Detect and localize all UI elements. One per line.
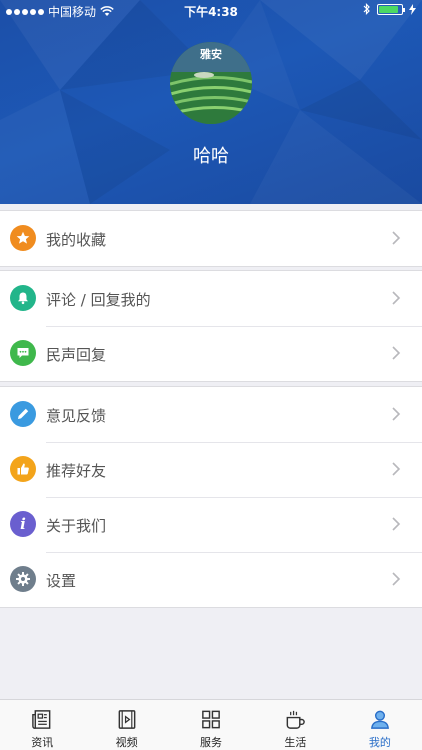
tab-label: 服务 (200, 736, 223, 749)
menu-item-label: 评论 / 回复我的 (46, 291, 151, 309)
news-icon (32, 710, 51, 729)
thumbs-up-icon (10, 456, 36, 482)
tab-label: 生活 (284, 736, 307, 749)
menu-item-label: 推荐好友 (46, 462, 107, 480)
menu-item-label: 设置 (46, 572, 77, 590)
menu-item-label: 关于我们 (46, 517, 107, 535)
chevron-right-icon (392, 572, 401, 586)
username: 哈哈 (193, 146, 229, 167)
bell-icon (10, 285, 36, 311)
grid-icon (202, 710, 220, 729)
charging-icon (409, 3, 416, 15)
menu-item-favorites[interactable]: 我的收藏 (0, 211, 422, 266)
tab-label: 视频 (115, 736, 138, 749)
tab-label: 资讯 (31, 736, 54, 749)
menu-item-label: 意见反馈 (46, 407, 107, 425)
video-icon (118, 710, 135, 729)
chevron-right-icon (392, 291, 401, 305)
chevron-right-icon (392, 346, 401, 360)
menu-item-label: 民声回复 (46, 346, 107, 364)
info-icon: i (10, 511, 36, 537)
tab-services[interactable]: 服务 (169, 700, 253, 750)
tab-mine[interactable]: 我的 (338, 700, 422, 750)
tab-label: 我的 (368, 736, 391, 749)
tab-bar: 资讯 视频 服务 生活 我的 (0, 699, 422, 750)
chat-icon (10, 340, 36, 366)
menu-item-public-replies[interactable]: 民声回复 (0, 326, 422, 381)
chevron-right-icon (392, 407, 401, 421)
tab-life[interactable]: 生活 (253, 700, 337, 750)
menu-group-more: 意见反馈 推荐好友 i 关于我们 设置 (0, 386, 422, 608)
menu-group-replies: 评论 / 回复我的 民声回复 (0, 270, 422, 382)
menu-item-feedback[interactable]: 意见反馈 (0, 387, 422, 442)
menu-group-favorites: 我的收藏 (0, 210, 422, 267)
chevron-right-icon (392, 462, 401, 476)
menu-item-label: 我的收藏 (46, 231, 107, 249)
star-icon (10, 225, 36, 251)
tab-video[interactable]: 视频 (84, 700, 168, 750)
avatar-caption: 雅安 (200, 48, 222, 61)
pencil-icon (10, 401, 36, 427)
chevron-right-icon (392, 231, 401, 245)
menu-item-about-us[interactable]: i 关于我们 (0, 497, 422, 552)
avatar[interactable]: 雅安 (170, 42, 252, 124)
chevron-right-icon (392, 517, 401, 531)
battery-icon (377, 3, 405, 15)
tab-news[interactable]: 资讯 (0, 700, 84, 750)
menu-item-comments-replies[interactable]: 评论 / 回复我的 (0, 271, 422, 326)
bluetooth-icon (363, 3, 370, 15)
menu-item-settings[interactable]: 设置 (0, 552, 422, 607)
status-bar: 中国移动 下午4:38 (0, 0, 422, 22)
status-time: 下午4:38 (184, 5, 238, 19)
profile-header: 中国移动 下午4:38 雅安 哈哈 (0, 0, 422, 204)
coffee-icon (287, 710, 306, 729)
menu-item-recommend-friends[interactable]: 推荐好友 (0, 442, 422, 497)
gear-icon (10, 566, 36, 592)
person-icon (370, 710, 389, 729)
